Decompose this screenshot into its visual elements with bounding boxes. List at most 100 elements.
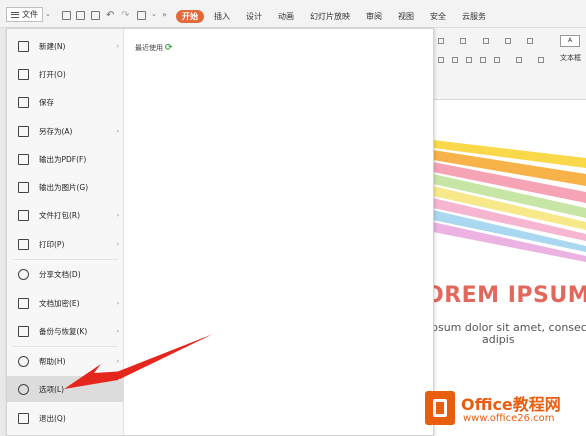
submenu-arrow-icon: › [116, 211, 119, 219]
menu-item-export-pdf[interactable]: 输出为PDF(F) [7, 146, 124, 172]
menu-item-save-as[interactable]: 另存为(A) › [7, 118, 124, 144]
tab-insert[interactable]: 插入 [208, 10, 236, 23]
menu-item-label: 输出为PDF(F) [39, 154, 87, 164]
title-toolbar: 文件 ⌄ ↶ ↷ ⌄ » 开始 插入 设计 动画 幻灯片放映 审阅 视图 安全 … [0, 0, 586, 28]
submenu-arrow-icon: › [116, 127, 119, 135]
chevron-down-icon[interactable]: ⌄ [45, 10, 51, 18]
menu-item-export-image[interactable]: 输出为图片(G) [7, 174, 124, 200]
menu-item-label: 退出(Q) [39, 413, 66, 423]
menu-item-label: 另存为(A) [39, 126, 73, 136]
menu-item-label: 打印(P) [39, 239, 65, 249]
submenu-arrow-icon: › [116, 327, 119, 335]
print-quick-icon[interactable] [91, 11, 100, 20]
watermark-url: www.office26.com [463, 413, 555, 424]
menu-item-label: 备份与恢复(K) [39, 326, 88, 336]
menu-divider [13, 346, 118, 347]
office-logo-icon [425, 391, 455, 425]
submenu-arrow-icon: › [116, 42, 119, 50]
submenu-arrow-icon: › [116, 240, 119, 248]
redo-icon[interactable]: ↷ [121, 10, 129, 21]
share-icon [18, 268, 29, 280]
folder-open-icon [18, 68, 29, 80]
tab-animation[interactable]: 动画 [272, 10, 300, 23]
align-left-icon[interactable] [438, 57, 444, 63]
menu-item-backup[interactable]: 备份与恢复(K) › [7, 318, 124, 344]
exit-icon [18, 412, 29, 424]
align-right-icon[interactable] [466, 57, 472, 63]
indent-icon[interactable] [483, 38, 489, 44]
tab-review[interactable]: 审阅 [360, 10, 388, 23]
gear-icon [18, 383, 29, 395]
tab-cloud[interactable]: 云服务 [456, 10, 492, 23]
menu-item-label: 保存 [39, 97, 54, 107]
text-box-label[interactable]: 文本框 [560, 53, 581, 63]
menu-item-label: 文件打包(R) [39, 210, 81, 220]
menu-item-label: 选项(L) [39, 384, 65, 394]
file-menu-list: 新建(N) › 打开(O) 保存 另存为(A) › 输出为PDF(F) 输出为图… [7, 29, 124, 435]
save-icon [18, 96, 29, 108]
menu-item-exit[interactable]: 退出(Q) [7, 405, 124, 431]
columns-icon[interactable] [527, 38, 533, 44]
file-menu-label: 文件 [22, 10, 38, 19]
menu-item-save[interactable]: 保存 [7, 89, 124, 115]
menu-divider [13, 259, 118, 260]
print-preview-icon[interactable] [76, 11, 85, 20]
recent-files-header: 最近使用 ⟳ [135, 43, 173, 53]
menu-item-print[interactable]: 打印(P) › [7, 231, 124, 257]
quick-access-more-icon[interactable]: ⌄ [151, 10, 157, 18]
print-icon [18, 238, 29, 250]
menu-item-encrypt[interactable]: 文档加密(E) › [7, 290, 124, 316]
ribbon-tabs: 开始 插入 设计 动画 幻灯片放映 审阅 视图 安全 云服务 [176, 10, 496, 23]
align-center-icon[interactable] [452, 57, 458, 63]
menu-item-label: 文档加密(E) [39, 298, 80, 308]
image-export-icon [18, 181, 29, 193]
tab-design[interactable]: 设计 [240, 10, 268, 23]
justify-icon[interactable] [480, 57, 486, 63]
backup-icon [18, 325, 29, 337]
menu-item-package[interactable]: 文件打包(R) › [7, 202, 124, 228]
menu-item-new[interactable]: 新建(N) › [7, 33, 124, 59]
submenu-arrow-icon: › [116, 299, 119, 307]
save-quick-icon[interactable] [62, 11, 71, 20]
undo-icon[interactable]: ↶ [106, 10, 114, 21]
menu-item-label: 帮助(H) [39, 356, 66, 366]
menu-item-label: 输出为图片(G) [39, 182, 89, 192]
save-as-icon [18, 125, 29, 137]
menu-item-help[interactable]: 帮助(H) › [7, 348, 124, 374]
file-menu-panel: 新建(N) › 打开(O) 保存 另存为(A) › 输出为PDF(F) 输出为图… [6, 28, 434, 436]
watermark-brand: Office教程网 [461, 395, 561, 414]
menu-item-share[interactable]: 分享文档(D) [7, 261, 124, 287]
text-align-icon[interactable] [538, 57, 544, 63]
format-painter-icon[interactable] [137, 11, 146, 20]
tab-security[interactable]: 安全 [424, 10, 452, 23]
menu-item-open[interactable]: 打开(O) [7, 61, 124, 87]
menu-item-label: 新建(N) [39, 41, 66, 51]
slide-subtitle-line2[interactable]: adipis [482, 333, 515, 346]
menu-item-options[interactable]: 选项(L) [7, 376, 124, 402]
slide-rays-graphic [433, 140, 586, 262]
file-menu-button[interactable]: 文件 [6, 7, 43, 22]
tab-home[interactable]: 开始 [176, 10, 204, 23]
menu-item-label: 打开(O) [39, 69, 66, 79]
distributed-icon[interactable] [494, 57, 500, 63]
recent-files-label: 最近使用 [135, 44, 163, 52]
menu-item-label: 分享文档(D) [39, 269, 81, 279]
help-icon [18, 355, 29, 367]
package-icon [18, 209, 29, 221]
slide-canvas[interactable] [433, 100, 586, 436]
encrypt-icon [18, 297, 29, 309]
tab-slideshow[interactable]: 幻灯片放映 [304, 10, 356, 23]
text-box-icon[interactable]: A [560, 35, 580, 47]
slide-title[interactable]: OREM IPSUM [425, 283, 586, 308]
pdf-icon [18, 153, 29, 165]
watermark: Office教程网 www.office26.com [423, 387, 586, 436]
numbered-list-icon[interactable] [460, 38, 466, 44]
bullet-list-icon[interactable] [438, 38, 444, 44]
submenu-arrow-icon: › [116, 357, 119, 365]
refresh-icon[interactable]: ⟳ [165, 43, 173, 53]
line-spacing-icon[interactable] [505, 38, 511, 44]
tab-view[interactable]: 视图 [392, 10, 420, 23]
more-icon[interactable]: » [162, 10, 167, 19]
text-direction-icon[interactable] [516, 57, 522, 63]
new-file-icon [18, 40, 29, 52]
